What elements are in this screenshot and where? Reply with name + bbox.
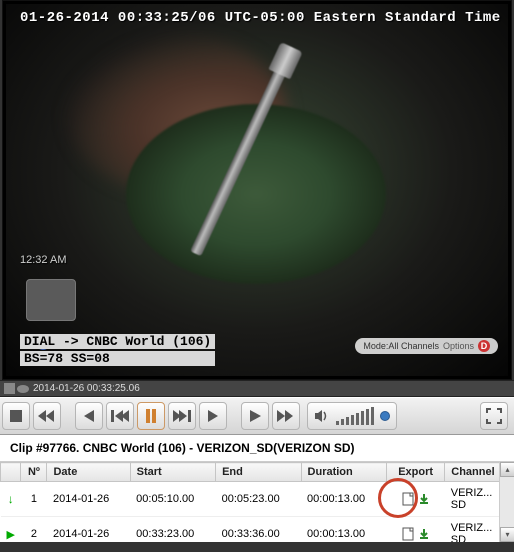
cell-start: 00:05:10.00	[130, 482, 215, 517]
step-forward-button[interactable]	[168, 402, 196, 430]
transport-controls	[0, 397, 514, 435]
osd-line-2: BS=78 SS=08	[20, 351, 215, 366]
timeline-bar[interactable]: 2014-01-26 00:33:25.06	[0, 380, 514, 397]
speaker-icon	[314, 408, 330, 424]
col-date[interactable]: Date	[47, 463, 130, 482]
col-duration[interactable]: Duration	[301, 463, 386, 482]
export-down-icon[interactable]	[417, 527, 431, 541]
mode-label: Mode:All Channels	[363, 341, 439, 351]
timestamp-overlay: 01-26-2014 00:33:25/06 UTC-05:00 Eastern…	[20, 10, 501, 26]
mode-badge[interactable]: Mode:All Channels Options D	[355, 338, 498, 354]
play-button[interactable]	[241, 402, 269, 430]
step-back-button[interactable]	[106, 402, 134, 430]
table-header-row: Nº Date Start End Duration Export Channe…	[1, 463, 514, 482]
clip-title: Clip #97766. CNBC World (106) - VERIZON_…	[0, 435, 514, 462]
prev-frame-button[interactable]	[75, 402, 103, 430]
clock-overlay: 12:32 AM	[20, 254, 66, 266]
volume-control[interactable]	[307, 402, 397, 430]
cell-num: 2	[21, 517, 47, 542]
stop-button[interactable]	[2, 402, 30, 430]
col-export[interactable]: Export	[386, 463, 444, 482]
scroll-down-button[interactable]: ▾	[500, 527, 514, 542]
options-label: Options	[443, 341, 474, 351]
eye-icon	[17, 385, 29, 393]
col-num[interactable]: Nº	[21, 463, 47, 482]
play-icon: ▶	[7, 529, 15, 541]
d-icon: D	[478, 340, 490, 352]
cell-duration: 00:00:13.00	[301, 482, 386, 517]
osd-line-1: DIAL -> CNBC World (106)	[20, 334, 215, 349]
cell-end: 00:33:36.00	[216, 517, 301, 542]
fullscreen-button[interactable]	[480, 402, 508, 430]
cell-start: 00:33:23.00	[130, 517, 215, 542]
cell-export[interactable]	[386, 482, 444, 517]
col-end[interactable]: End	[216, 463, 301, 482]
cell-end: 00:05:23.00	[216, 482, 301, 517]
video-preview[interactable]: 01-26-2014 00:33:25/06 UTC-05:00 Eastern…	[2, 0, 512, 380]
osd-lines: DIAL -> CNBC World (106) BS=78 SS=08	[20, 334, 215, 366]
clip-table-wrap: Nº Date Start End Duration Export Channe…	[0, 462, 514, 542]
export-down-icon[interactable]	[417, 492, 431, 506]
cell-export[interactable]	[386, 517, 444, 542]
volume-steps	[336, 407, 374, 425]
table-row[interactable]: ↓ 12014-01-2600:05:10.0000:05:23.0000:00:…	[1, 482, 514, 517]
col-indicator[interactable]	[1, 463, 21, 482]
rewind-fast-button[interactable]	[33, 402, 61, 430]
table-row[interactable]: ▶ 22014-01-2600:33:23.0000:33:36.0000:00:…	[1, 517, 514, 542]
thumbnail-box	[26, 279, 76, 321]
next-frame-button[interactable]	[199, 402, 227, 430]
scroll-up-button[interactable]: ▴	[500, 462, 514, 477]
pause-button[interactable]	[137, 402, 165, 430]
vertical-scrollbar[interactable]: ▴ ▾	[499, 462, 514, 542]
video-frame: 01-26-2014 00:33:25/06 UTC-05:00 Eastern…	[6, 4, 508, 376]
cell-date: 2014-01-26	[47, 517, 130, 542]
cell-duration: 00:00:13.00	[301, 517, 386, 542]
forward-fast-button[interactable]	[272, 402, 300, 430]
export-doc-icon[interactable]	[401, 492, 415, 506]
timeline-timestamp: 2014-01-26 00:33:25.06	[33, 383, 140, 394]
export-doc-icon[interactable]	[401, 527, 415, 541]
down-arrow-icon: ↓	[8, 492, 14, 506]
cell-num: 1	[21, 482, 47, 517]
clip-table: Nº Date Start End Duration Export Channe…	[0, 462, 514, 542]
cell-date: 2014-01-26	[47, 482, 130, 517]
clipboard-icon	[4, 383, 15, 394]
col-start[interactable]: Start	[130, 463, 215, 482]
volume-thumb-icon[interactable]	[380, 411, 390, 421]
